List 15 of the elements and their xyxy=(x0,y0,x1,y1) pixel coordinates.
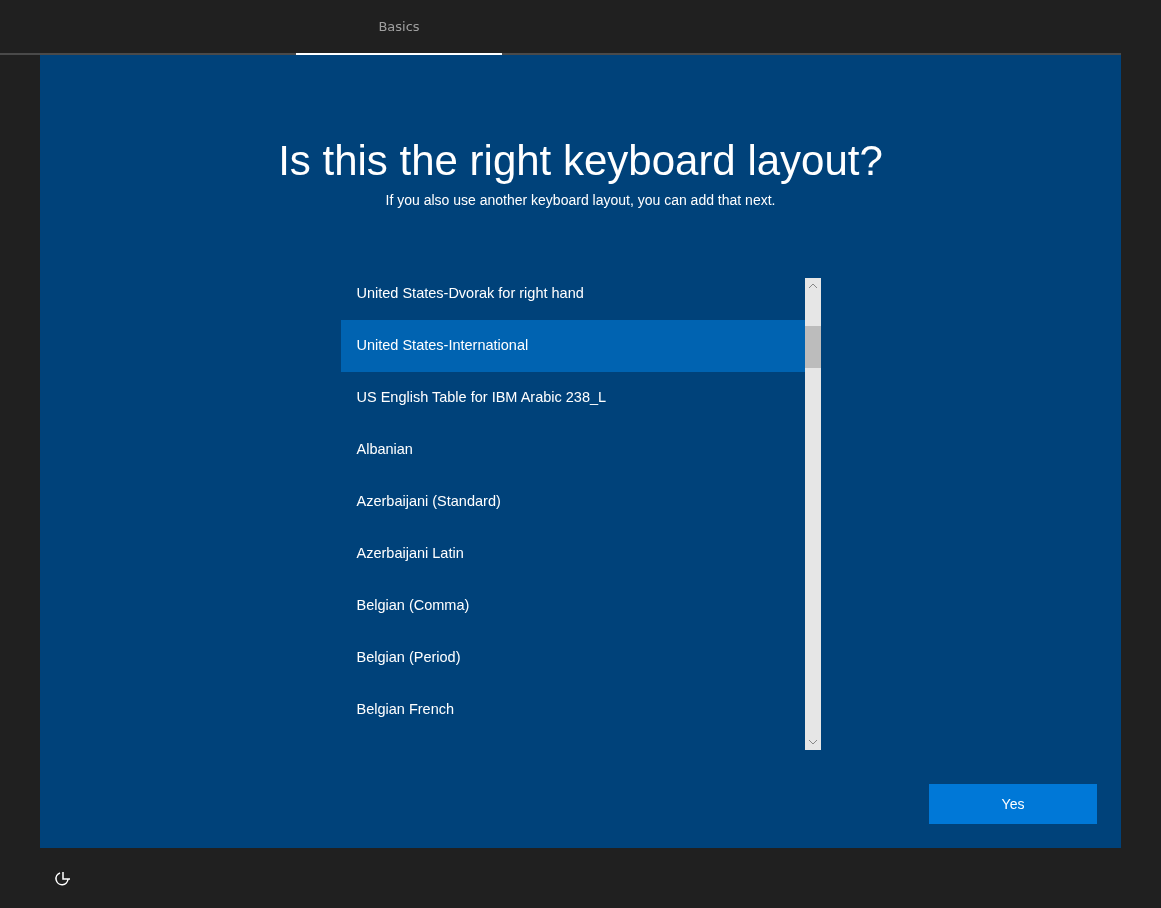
page-title: Is this the right keyboard layout? xyxy=(278,136,883,186)
subtitle: If you also use another keyboard layout, you can add that next. xyxy=(385,191,776,210)
layout-list-item[interactable]: Azerbaijani (Standard) xyxy=(340,476,805,528)
layout-list-item[interactable]: Albanian xyxy=(340,424,805,476)
layout-list-item[interactable]: Azerbaijani Latin xyxy=(340,528,805,580)
layout-list-item[interactable]: Belgian French xyxy=(340,684,805,736)
layout-list-item[interactable]: Belgian (Period) xyxy=(340,632,805,684)
layout-list-item[interactable]: Belgian (Comma) xyxy=(340,580,805,632)
layout-list-item[interactable]: US English Table for IBM Arabic 238_L xyxy=(340,372,805,424)
scrollbar[interactable] xyxy=(804,278,821,750)
scroll-up-icon[interactable] xyxy=(807,283,818,289)
layout-list-item[interactable]: United States-International xyxy=(340,320,805,372)
layout-list-item[interactable]: United States-Dvorak for right hand xyxy=(340,268,805,320)
scroll-down-icon[interactable] xyxy=(807,739,818,745)
yes-button[interactable]: Yes xyxy=(929,784,1097,824)
